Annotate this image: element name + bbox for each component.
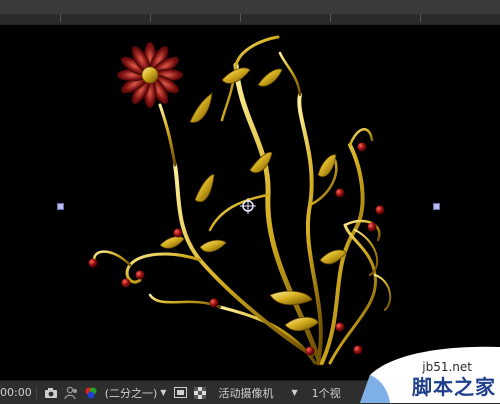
anchor-point-icon[interactable] [240, 198, 256, 214]
timeline-ruler [0, 14, 500, 24]
red-berries [88, 142, 385, 356]
ruler-tick [330, 14, 331, 22]
resolution-dropdown[interactable]: (二分之一) ▼ [105, 381, 167, 404]
ruler-tick [150, 14, 151, 22]
views-dropdown[interactable]: 1个视 [312, 381, 341, 404]
camera-value: 活动摄像机 [218, 386, 274, 400]
viewer-status-bar: 00:00 (二分之一) ▼ 活动摄像机 ▼ 1个视 [0, 380, 500, 404]
chevron-down-icon: ▼ [291, 388, 298, 397]
views-value: 1个视 [311, 386, 341, 400]
layer-handle-right[interactable] [433, 203, 440, 210]
snapshot-person-icon[interactable] [63, 385, 79, 401]
top-panel-bar [0, 0, 500, 25]
resolution-value: (二分之一) [104, 386, 158, 400]
ruler-tick [420, 14, 421, 22]
ruler-tick [60, 14, 61, 22]
rgb-channel-icon[interactable] [83, 385, 99, 401]
ruler-tick [240, 14, 241, 22]
layer-handle-left[interactable] [57, 203, 64, 210]
transparency-grid-icon[interactable] [192, 385, 208, 401]
red-flower [116, 41, 184, 109]
divider [35, 385, 37, 400]
region-of-interest-icon[interactable] [172, 385, 188, 401]
timecode[interactable]: 00:00 [0, 381, 32, 404]
chevron-down-icon: ▼ [160, 388, 167, 397]
composition-viewer[interactable] [0, 25, 500, 380]
floral-artwork [88, 35, 392, 366]
camera-icon[interactable] [43, 385, 59, 401]
camera-dropdown[interactable]: 活动摄像机 ▼ [218, 381, 297, 404]
